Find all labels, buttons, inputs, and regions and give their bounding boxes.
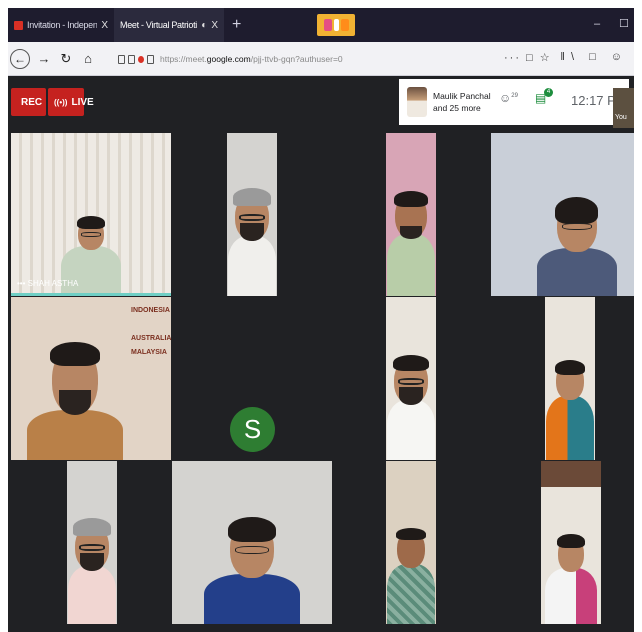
permissions-icon — [147, 54, 154, 64]
url-path: /pjj-ttvb-gqn?authuser=0 — [250, 54, 343, 64]
participant-video — [204, 516, 300, 624]
home-icon[interactable]: ⌂ — [78, 49, 98, 69]
video-tile[interactable] — [227, 133, 277, 296]
site-info-icons[interactable] — [118, 54, 154, 64]
participant-video — [387, 191, 435, 296]
tab-invitation[interactable]: Invitation - Independence Da X — [8, 8, 114, 42]
participant-video — [546, 359, 594, 460]
participant-name: Maulik Panchal — [433, 91, 491, 101]
close-tab-icon[interactable]: X — [101, 20, 108, 31]
participant-video — [387, 355, 435, 460]
camera-active-icon — [138, 55, 144, 63]
toolbar-right-icons[interactable]: ‖\ □ ☺ — [560, 51, 628, 63]
restore-button[interactable]: ☐ — [619, 8, 629, 42]
participant-video — [228, 187, 276, 296]
tab-label: Meet - Virtual Patriotic Poe — [120, 20, 197, 30]
self-view-thumbnail[interactable]: You — [613, 88, 634, 128]
tab-meet[interactable]: Meet - Virtual Patriotic Poe ◐ X — [16, 8, 224, 93]
close-tab-icon[interactable]: X — [211, 20, 218, 31]
video-tile[interactable] — [386, 133, 436, 296]
participant-video — [68, 517, 116, 624]
minimize-button[interactable]: – — [594, 8, 600, 42]
browser-tab-bar: Invitation - Independence Da X Meet - Vi… — [8, 8, 634, 93]
record-label: REC — [21, 96, 43, 108]
active-speaker-indicator — [11, 293, 171, 296]
chat-badge: 4 — [544, 88, 553, 97]
video-tile[interactable] — [67, 461, 117, 624]
address-bar[interactable]: https://meet. google.com/pjj-ttvb-gqn?aut… — [118, 48, 538, 70]
back-arrow-icon[interactable]: ← — [10, 48, 30, 69]
extension-icon[interactable] — [317, 14, 355, 36]
record-button[interactable]: REC — [11, 88, 46, 116]
participant-avatar: S — [230, 407, 275, 452]
url-host: google.com — [206, 54, 251, 64]
video-tile[interactable] — [172, 461, 332, 624]
meeting-info-panel: Maulik Panchal and 25 more ☺29 ▤ 4 12:17… — [399, 79, 629, 125]
participant-name-label: ••• SHAH ASTHA — [17, 279, 79, 288]
self-label: You — [615, 114, 627, 121]
live-button[interactable]: ((•)) LIVE — [48, 88, 94, 116]
forward-arrow-icon[interactable]: → — [34, 49, 54, 69]
avatar — [407, 87, 427, 117]
video-tile[interactable] — [386, 297, 436, 460]
meet-window: REC ((•)) LIVE Maulik Panchal and 25 mor… — [8, 76, 634, 632]
navigation-bar: ← → ↻ ⌂ https://meet. google.com/pjj-ttvb… — [8, 42, 634, 76]
video-tile[interactable] — [491, 133, 634, 296]
participant-video — [387, 527, 435, 624]
document-icon — [14, 20, 23, 30]
tab-label: Invitation - Independence Da — [27, 20, 98, 30]
speaker-icon[interactable]: ◐ — [201, 20, 207, 31]
participant-video — [536, 196, 617, 296]
lock-icon — [128, 54, 135, 64]
people-icon[interactable]: ☺29 — [499, 91, 518, 105]
video-tile[interactable] — [541, 461, 601, 624]
video-tile[interactable]: INDONESIA AUSTRALIA MALAYSIA — [11, 297, 171, 460]
video-tile-speaker[interactable]: ••• SHAH ASTHA — [11, 133, 171, 296]
people-count: 29 — [511, 93, 518, 99]
poster-text: INDONESIA AUSTRALIA MALAYSIA — [131, 307, 171, 356]
page-actions-icons[interactable]: ··· □ ☆ — [504, 51, 552, 64]
video-tile[interactable] — [545, 297, 595, 460]
broadcast-icon: ((•)) — [54, 97, 68, 107]
reload-icon[interactable]: ↻ — [56, 49, 76, 69]
participant-video — [27, 341, 123, 460]
participant-video — [545, 533, 597, 624]
video-tile[interactable] — [386, 461, 436, 624]
participants-summary[interactable]: Maulik Panchal and 25 more — [433, 90, 497, 114]
participant-more: and 25 more — [433, 103, 481, 113]
meet-top-bar: REC ((•)) LIVE Maulik Panchal and 25 mor… — [8, 76, 634, 128]
new-tab-button[interactable]: + — [224, 8, 249, 42]
url-prefix: https://meet. — [160, 54, 207, 64]
shield-icon — [118, 54, 125, 64]
live-label: LIVE — [71, 96, 94, 108]
